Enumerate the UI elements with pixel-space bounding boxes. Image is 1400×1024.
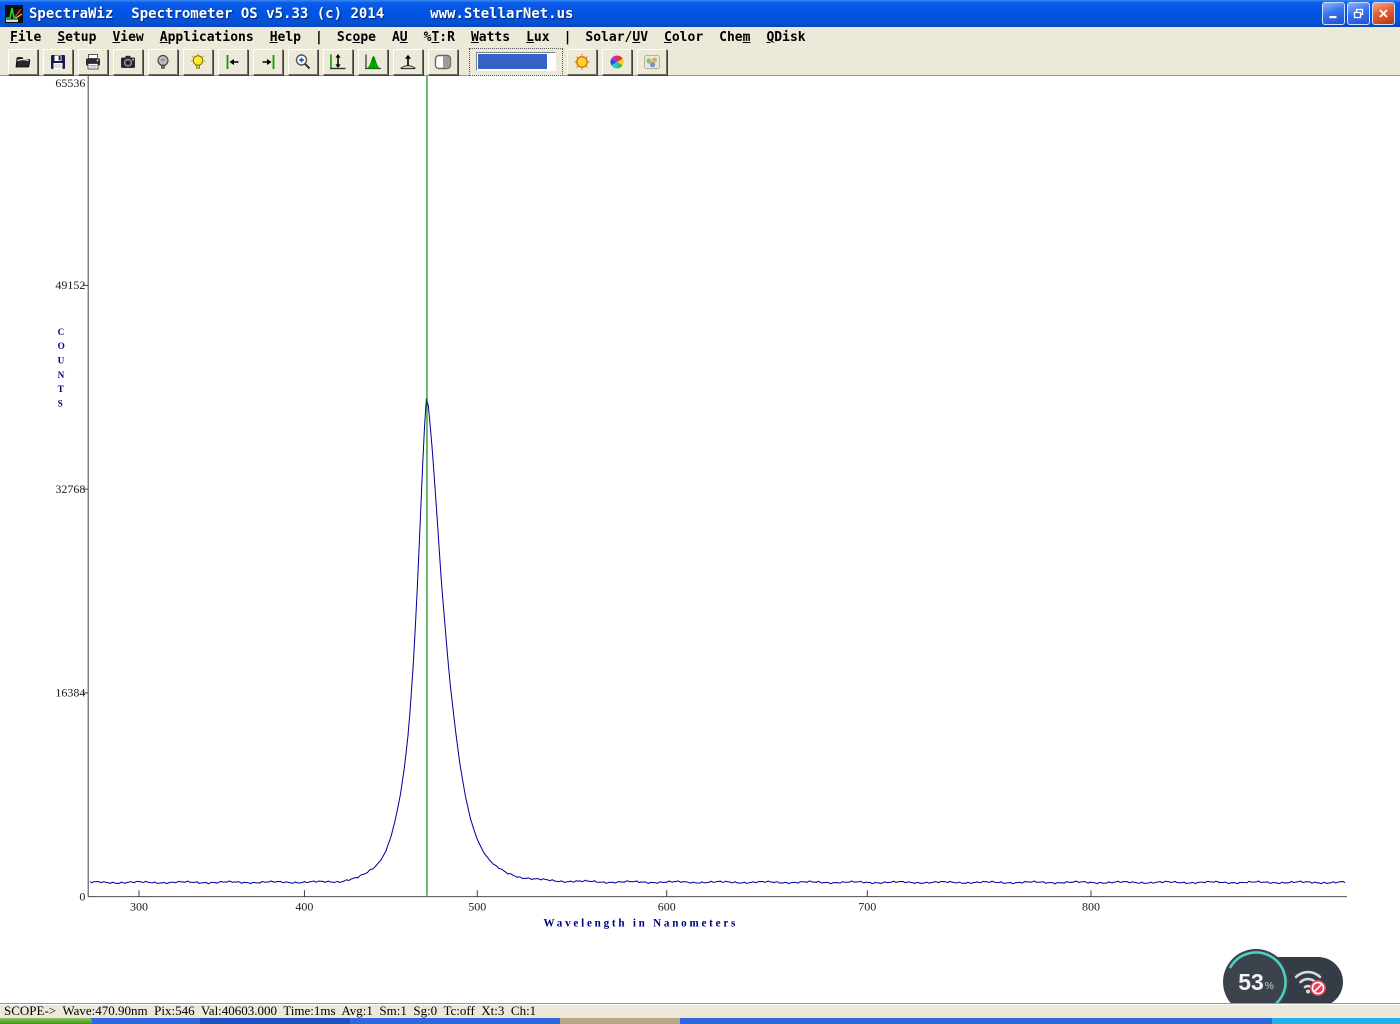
- integration-progress[interactable]: [469, 47, 563, 76]
- y-tick-label: 65536: [55, 76, 85, 90]
- taskbar[interactable]: [0, 1018, 1400, 1024]
- spectrum-chart: 0 16384 32768 49152 65536 300 400 500 600 700 800 W…: [55, 76, 1347, 929]
- menu-item-qdisk[interactable]: QDisk: [758, 28, 813, 47]
- peak-find-icon: [398, 53, 418, 71]
- bulb-on-icon: [188, 53, 208, 71]
- zoom-in-icon: [293, 53, 313, 71]
- menu-item-applications[interactable]: Applications: [152, 28, 262, 47]
- color-wheel-button[interactable]: [602, 48, 632, 75]
- snapshot-button[interactable]: [113, 48, 143, 75]
- menu-separator: |: [315, 30, 323, 45]
- open-icon: [13, 53, 33, 71]
- peak-icon: [363, 53, 383, 71]
- spectrawiz-logo-icon: [5, 5, 23, 23]
- peak-view-button[interactable]: [358, 48, 388, 75]
- scope-trace: [89, 398, 1346, 885]
- status-text: SCOPE-> Wave:470.90nm Pix:546 Val:40603.…: [4, 1003, 537, 1018]
- menu-item-color[interactable]: Color: [656, 28, 711, 47]
- contrast-button[interactable]: [428, 48, 458, 75]
- titlebar: SpectraWiz Spectrometer OS v5.33 (c) 201…: [0, 0, 1400, 27]
- spectrawiz-window: SpectraWiz Spectrometer OS v5.33 (c) 201…: [0, 0, 1400, 1024]
- y-axis-title-letter: N: [58, 370, 65, 380]
- half-toggle-icon: [433, 53, 453, 71]
- restore-button[interactable]: [1347, 2, 1370, 25]
- percent-sign: %: [1264, 980, 1274, 992]
- x-tick-label: 700: [858, 900, 876, 914]
- sun-button[interactable]: [567, 48, 597, 75]
- taskbar-item[interactable]: [200, 1018, 350, 1024]
- y-axis-title-letter: C: [58, 327, 65, 337]
- sun-icon: [572, 53, 592, 71]
- window-controls: [1322, 2, 1400, 25]
- x-axis-title: Wavelength in Nanometers: [544, 917, 739, 929]
- menu-item-help[interactable]: Help: [262, 28, 309, 47]
- right-limit-icon: [258, 53, 278, 71]
- print-icon: [83, 53, 103, 71]
- taskbar-item[interactable]: [560, 1018, 680, 1024]
- open-button[interactable]: [8, 48, 38, 75]
- save-button[interactable]: [43, 48, 73, 75]
- menu-item-watts[interactable]: Watts: [463, 28, 518, 47]
- progress-well: [476, 52, 556, 71]
- autoscale-button[interactable]: [323, 48, 353, 75]
- wifi-disconnected-icon[interactable]: [1288, 964, 1332, 1000]
- close-button[interactable]: [1372, 2, 1395, 25]
- color-sample-button[interactable]: [637, 48, 667, 75]
- range-start-button[interactable]: [218, 48, 248, 75]
- app-version: Spectrometer OS v5.33 (c) 2014: [131, 5, 385, 22]
- spectrum-plot[interactable]: 0 16384 32768 49152 65536 300 400 500 600 700 800 W…: [0, 76, 1400, 1003]
- menu-item-scope[interactable]: Scope: [329, 28, 384, 47]
- peak-find-button[interactable]: [393, 48, 423, 75]
- menu-item-au[interactable]: AU: [384, 28, 416, 47]
- progress-fill: [478, 54, 547, 69]
- minimize-button[interactable]: [1322, 2, 1345, 25]
- menu-item-view[interactable]: View: [104, 28, 151, 47]
- autoscale-icon: [328, 53, 348, 71]
- start-button[interactable]: [0, 1018, 92, 1024]
- y-tick-label: 32768: [55, 482, 85, 496]
- app-name: SpectraWiz: [29, 5, 114, 22]
- minimize-icon: [1329, 16, 1337, 19]
- toolbar: [0, 47, 1400, 76]
- x-tick-label: 300: [130, 900, 148, 914]
- left-limit-icon: [223, 53, 243, 71]
- y-tick-label: 49152: [55, 278, 85, 292]
- x-tick-label: 400: [295, 900, 313, 914]
- lamp-off-button[interactable]: [148, 48, 178, 75]
- y-axis-title-letter: T: [58, 384, 65, 394]
- menu-item-lux[interactable]: Lux: [518, 28, 557, 47]
- menu-item-tr[interactable]: %T:R: [416, 28, 463, 47]
- color-sample-icon: [642, 53, 662, 71]
- menubar: File Setup View Applications Help | Scope AU %T:…: [0, 27, 1400, 48]
- y-axis-title-letter: U: [58, 355, 65, 365]
- x-tick-label: 800: [1082, 900, 1100, 914]
- menu-item-chem[interactable]: Chem: [711, 28, 758, 47]
- battery-value: 53: [1238, 968, 1264, 995]
- window-title: SpectraWiz Spectrometer OS v5.33 (c) 201…: [29, 6, 573, 22]
- y-axis-title-letter: O: [58, 341, 65, 351]
- app-url: www.StellarNet.us: [430, 5, 574, 22]
- y-tick-label: 0: [79, 889, 85, 903]
- zoom-button[interactable]: [288, 48, 318, 75]
- x-tick-label: 500: [468, 900, 486, 914]
- restore-icon: [1353, 8, 1364, 19]
- taskbar-tray[interactable]: [1272, 1018, 1400, 1024]
- y-axis-title-letter: S: [58, 398, 63, 408]
- bulb-off-icon: [153, 53, 173, 71]
- close-icon: [1379, 9, 1388, 18]
- menu-item-solaruv[interactable]: Solar/UV: [577, 28, 656, 47]
- camera-icon: [118, 53, 138, 71]
- y-tick-label: 16384: [55, 686, 85, 700]
- range-end-button[interactable]: [253, 48, 283, 75]
- save-icon: [48, 53, 68, 71]
- color-wheel-icon: [607, 53, 627, 71]
- statusbar: SCOPE-> Wave:470.90nm Pix:546 Val:40603.…: [0, 1003, 1400, 1018]
- menu-separator: |: [563, 30, 572, 45]
- x-tick-label: 600: [658, 900, 676, 914]
- menu-item-file[interactable]: File: [2, 28, 49, 47]
- lamp-on-button[interactable]: [183, 48, 213, 75]
- menu-item-setup[interactable]: Setup: [49, 28, 104, 47]
- print-button[interactable]: [78, 48, 108, 75]
